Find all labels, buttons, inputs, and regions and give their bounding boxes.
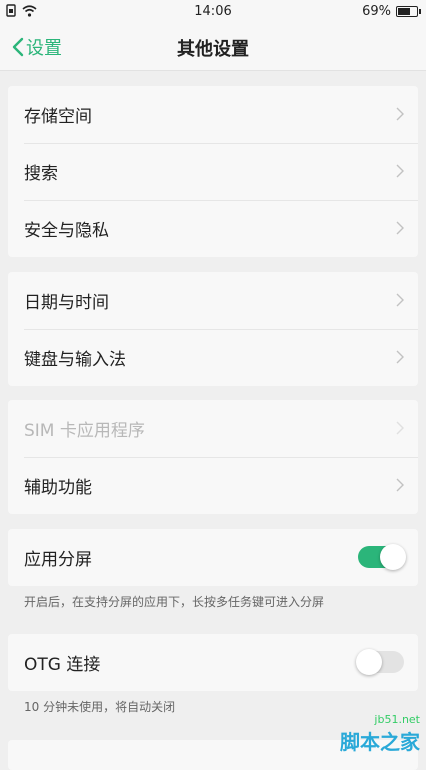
status-bar: 14:06 69% <box>0 0 426 24</box>
status-right: 69% <box>362 4 421 19</box>
chevron-right-icon <box>396 421 404 435</box>
split-screen-description: 开启后，在支持分屏的应用下，长按多任务键可进入分屏 <box>24 595 325 609</box>
battery-fill <box>398 8 410 15</box>
settings-item-label: SIM 卡应用程序 <box>24 421 145 441</box>
settings-item-security-privacy[interactable]: 安全与隐私 <box>8 200 418 257</box>
settings-group-3: SIM 卡应用程序 辅助功能 <box>8 400 418 514</box>
settings-item-label: OTG 连接 <box>24 655 101 675</box>
settings-item-sim-apps: SIM 卡应用程序 <box>8 400 418 457</box>
settings-item-label: 搜索 <box>24 164 58 184</box>
nav-bar: 设置 其他设置 <box>0 24 426 71</box>
toggle-knob <box>356 649 382 675</box>
otg-toggle[interactable] <box>356 649 404 675</box>
settings-item-label: 应用分屏 <box>24 550 92 570</box>
settings-item-otg: OTG 连接 <box>8 634 418 691</box>
chevron-right-icon <box>396 478 404 492</box>
settings-item-split-screen: 应用分屏 <box>8 529 418 586</box>
watermark-url: jb51.net <box>374 713 420 726</box>
chevron-right-icon <box>396 107 404 121</box>
chevron-right-icon <box>396 350 404 364</box>
settings-item-label: 键盘与输入法 <box>24 350 126 370</box>
settings-group-1: 存储空间 搜索 安全与隐私 <box>8 86 418 257</box>
settings-item-label: 日期与时间 <box>24 293 109 313</box>
settings-item-label: 存储空间 <box>24 107 92 127</box>
battery-icon <box>396 6 421 17</box>
settings-group-2: 日期与时间 键盘与输入法 <box>8 272 418 386</box>
otg-description: 10 分钟未使用，将自动关闭 <box>24 700 176 714</box>
settings-item-keyboard-input[interactable]: 键盘与输入法 <box>8 329 418 386</box>
settings-item-accessibility[interactable]: 辅助功能 <box>8 457 418 514</box>
page-title: 其他设置 <box>177 39 249 60</box>
settings-group-split-screen: 应用分屏 <box>8 529 418 586</box>
battery-percent: 69% <box>362 4 391 19</box>
settings-item-search[interactable]: 搜索 <box>8 143 418 200</box>
chevron-right-icon <box>396 293 404 307</box>
settings-item-storage[interactable]: 存储空间 <box>8 86 418 143</box>
settings-item-date-time[interactable]: 日期与时间 <box>8 272 418 329</box>
settings-item-label: 辅助功能 <box>24 478 92 498</box>
settings-item-label: 安全与隐私 <box>24 221 109 241</box>
toggle-knob <box>380 544 406 570</box>
chevron-right-icon <box>396 164 404 178</box>
split-screen-toggle[interactable] <box>358 544 406 570</box>
watermark-name: 脚本之家 <box>340 730 420 754</box>
watermark: jb51.net 脚本之家 <box>340 713 420 755</box>
settings-group-otg: OTG 连接 <box>8 634 418 691</box>
chevron-right-icon <box>396 221 404 235</box>
